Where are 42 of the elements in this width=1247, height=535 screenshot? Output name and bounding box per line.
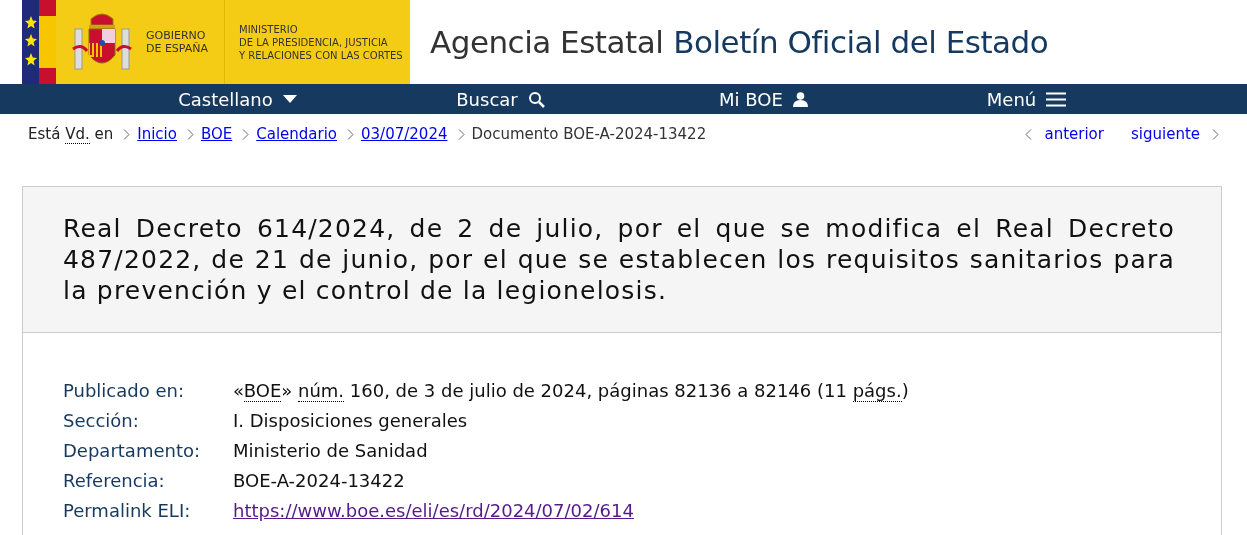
chevron-left-icon: [1025, 128, 1033, 140]
chevron-right-icon: [186, 128, 194, 140]
breadcrumb-link[interactable]: BOE: [200, 122, 233, 146]
chevron-right-icon: [123, 128, 131, 140]
previous-link[interactable]: anterior: [1044, 122, 1104, 146]
logo-text: DE LA PRESIDENCIA, JUSTICIA: [239, 35, 389, 49]
logo-text: GOBIERNO: [146, 29, 207, 42]
nav-item[interactable]: Castellano: [106, 84, 369, 114]
chevron-right-icon: [242, 128, 250, 140]
field-value: «BOE» núm. 160, de 3 de julio de 2024, páginas 82136 a 82146 (11 págs.): [233, 378, 909, 404]
field-label: Publicado en:: [63, 378, 185, 403]
field-value: I. Disposiciones generales: [233, 408, 468, 433]
nav-item[interactable]: Buscar: [369, 84, 632, 114]
next-link[interactable]: siguiente: [1130, 122, 1200, 146]
logo-text: MINISTERIO: [239, 22, 299, 36]
flag-icon: [22, 0, 56, 84]
site-title: Agencia Estatal: [430, 22, 664, 62]
field-label: Permalink ELI:: [63, 498, 192, 523]
field-value: Ministerio de Sanidad: [233, 438, 428, 463]
breadcrumb-link[interactable]: 03/07/2024: [361, 122, 448, 146]
nav-item[interactable]: Menú: [895, 84, 1158, 114]
permalink-link[interactable]: https://www.boe.es/eli/es/rd/2024/07/02/614: [233, 496, 634, 524]
field-label: Departamento:: [63, 438, 202, 463]
logo-text: DE ESPAÑA: [146, 42, 210, 55]
field-label: Sección:: [63, 408, 140, 433]
nav-item[interactable]: Mi BOE: [632, 84, 895, 114]
field-value: BOE-A-2024-13422: [233, 468, 405, 493]
chevron-right-icon: [347, 128, 355, 140]
menu-icon: [1046, 91, 1067, 107]
breadcrumb-current: Documento BOE-A-2024-13422: [471, 123, 707, 145]
logo-text: Y RELACIONES CON LAS CORTES: [239, 48, 403, 62]
breadcrumb-link[interactable]: Calendario: [256, 122, 338, 146]
breadcrumb-label: Está Vd. en: [28, 123, 114, 146]
field-label: Referencia:: [63, 468, 166, 493]
site-title: Boletín Oficial del Estado: [673, 22, 1049, 62]
search-icon: [527, 90, 545, 108]
chevron-right-icon: [1212, 128, 1219, 140]
user-icon: [792, 91, 808, 107]
breadcrumb-link[interactable]: Inicio: [137, 122, 177, 146]
caret-icon: [282, 95, 297, 103]
chevron-right-icon: [457, 128, 465, 140]
document-title: Real Decreto 614/2024, de 2 de julio, por el que se modifica el Real Decreto 487/2022, de 21 de junio, por el que se establecen los requisitos sanitarios para la prevención y el control de la legionelosis.: [63, 213, 1176, 306]
